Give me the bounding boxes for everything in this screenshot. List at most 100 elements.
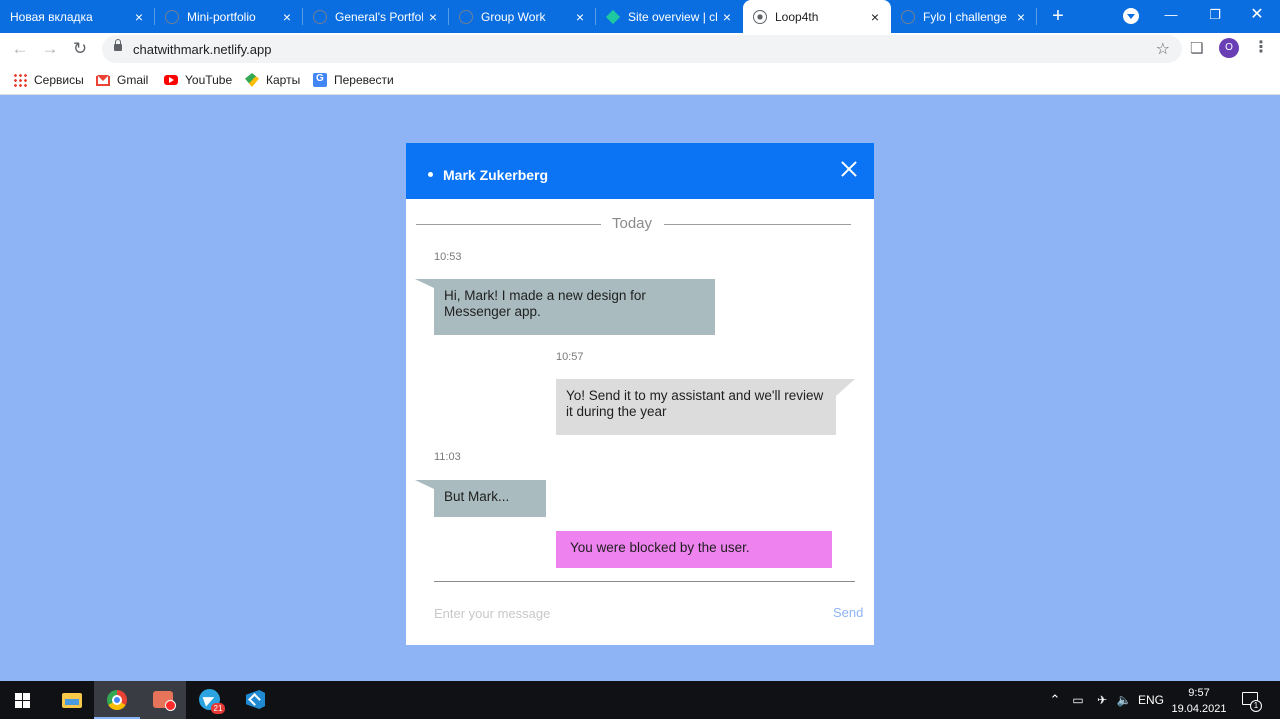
tab-separator xyxy=(1036,8,1037,25)
tab-close-icon[interactable]: × xyxy=(717,9,737,25)
bubble-tail xyxy=(415,480,434,489)
file-explorer-button[interactable] xyxy=(48,681,94,719)
clock-date: 19.04.2021 xyxy=(1171,703,1227,715)
tab-new-tab[interactable]: Новая вкладка × xyxy=(0,0,155,33)
contact-name: Mark Zukerberg xyxy=(443,167,549,183)
system-clock[interactable]: 9:57 19.04.2021 xyxy=(1170,685,1228,717)
telegram-taskbar-button[interactable]: 21 xyxy=(186,681,232,719)
windows-taskbar: 21 ⌃ ▭ ✈ 🔈 ENG xyxy=(0,681,1280,719)
browser-toolbar: ← → ↻ chatwithmark.netlify.app ☆ xyxy=(0,33,1280,65)
airplane-mode-icon[interactable]: ✈ xyxy=(1092,681,1112,719)
clock-time: 9:57 xyxy=(1188,687,1210,699)
windows-icon xyxy=(15,693,30,708)
bookmark-label: Сервисы xyxy=(34,73,84,87)
forward-icon[interactable]: → xyxy=(38,37,62,61)
tab-loop4th[interactable]: Loop4th × xyxy=(743,0,891,33)
tab-close-icon[interactable]: × xyxy=(570,9,590,25)
bookmark-label: YouTube xyxy=(185,73,233,87)
tab-site-overview[interactable]: Site overview | ch × xyxy=(596,0,743,33)
bookmark-star-icon[interactable]: ☆ xyxy=(1156,39,1170,59)
window-close-icon[interactable]: ✕ xyxy=(1234,0,1280,30)
bubble-tail xyxy=(836,379,855,396)
tab-group-work[interactable]: Group Work × xyxy=(449,0,596,33)
tab-close-icon[interactable]: × xyxy=(277,9,297,25)
tab-generals-portfolio[interactable]: General's Portfolio × xyxy=(303,0,449,33)
back-icon[interactable]: ← xyxy=(8,37,32,61)
incoming-message: But Mark... xyxy=(434,480,546,517)
tab-close-icon[interactable]: × xyxy=(865,9,885,25)
globe-icon xyxy=(901,9,915,24)
bookmark-label: Gmail xyxy=(117,73,149,87)
tab-title: Site overview | ch xyxy=(628,9,717,24)
profile-avatar[interactable]: O xyxy=(1219,38,1239,58)
telegram-unread-badge: 21 xyxy=(211,703,225,714)
url-text[interactable]: chatwithmark.netlify.app xyxy=(133,42,272,57)
input-divider xyxy=(434,581,855,582)
tab-close-icon[interactable]: × xyxy=(129,9,149,25)
chrome-taskbar-button[interactable] xyxy=(94,681,140,719)
tab-fylo-challenge[interactable]: Fylo | challenge × xyxy=(891,0,1037,33)
globe-icon xyxy=(313,9,327,24)
gmail-icon xyxy=(96,75,110,86)
vscode-taskbar-button[interactable] xyxy=(232,681,278,719)
reload-icon[interactable]: ↻ xyxy=(68,37,92,61)
day-divider-right xyxy=(664,224,851,225)
tab-title: Group Work xyxy=(481,9,546,24)
tab-title: Mini-portfolio xyxy=(187,9,256,24)
tab-close-icon[interactable]: × xyxy=(423,9,443,25)
message-input[interactable] xyxy=(434,604,814,622)
chrome-icon xyxy=(107,690,127,710)
restore-icon[interactable]: ❐ xyxy=(1192,0,1238,30)
extensions-icon[interactable]: ❏ xyxy=(1190,39,1206,57)
start-button[interactable] xyxy=(0,681,46,719)
day-label: Today xyxy=(612,215,653,232)
recorder-taskbar-button[interactable] xyxy=(140,681,186,719)
more-menu-icon[interactable]: ⋮ xyxy=(1253,37,1269,57)
bubble-tail xyxy=(415,279,434,288)
lock-icon[interactable] xyxy=(114,39,122,51)
outgoing-message: Yo! Send it to my assistant and we'll re… xyxy=(556,379,836,435)
vscode-icon xyxy=(246,690,265,709)
tab-mini-portfolio[interactable]: Mini-portfolio × xyxy=(155,0,303,33)
tab-close-icon[interactable]: × xyxy=(1011,9,1031,25)
bookmark-maps[interactable]: Карты xyxy=(245,71,300,89)
online-status-dot xyxy=(428,172,433,177)
bookmark-label: Перевести xyxy=(334,73,394,87)
folder-icon xyxy=(62,693,82,708)
language-indicator[interactable]: ENG xyxy=(1137,681,1165,719)
globe-icon xyxy=(165,9,179,24)
tab-title: Loop4th xyxy=(775,9,819,24)
minimize-icon[interactable]: — xyxy=(1148,0,1194,30)
bookmarks-bar: Сервисы Gmail YouTube Карты Перевести xyxy=(0,65,1280,95)
bookmark-youtube[interactable]: YouTube xyxy=(164,71,232,89)
blocked-notice: You were blocked by the user. xyxy=(556,531,832,568)
address-bar[interactable]: chatwithmark.netlify.app ☆ xyxy=(102,35,1182,63)
close-chat-icon[interactable] xyxy=(840,160,858,178)
tab-strip: Новая вкладка × Mini-portfolio × General… xyxy=(0,0,1280,33)
maps-icon xyxy=(245,73,259,87)
send-button[interactable]: Send xyxy=(833,605,863,620)
globe-icon xyxy=(753,9,767,24)
tab-title: Fylo | challenge xyxy=(923,9,1007,24)
message-time: 11:03 xyxy=(434,451,461,463)
message-time: 10:53 xyxy=(434,251,462,263)
bookmark-gmail[interactable]: Gmail xyxy=(96,71,148,89)
translate-icon xyxy=(313,73,327,87)
day-divider-left xyxy=(416,224,601,225)
chat-window: Mark Zukerberg Today 10:53 Hi, Mark! I m… xyxy=(406,143,874,645)
new-tab-button[interactable]: + xyxy=(1046,4,1070,28)
bookmark-label: Карты xyxy=(266,73,301,87)
battery-icon[interactable]: ▭ xyxy=(1068,681,1088,719)
notification-count-badge: 1 xyxy=(1250,700,1262,712)
tab-search-icon[interactable] xyxy=(1123,8,1139,24)
message-time: 10:57 xyxy=(556,351,584,363)
bookmark-services[interactable]: Сервисы xyxy=(13,71,84,89)
youtube-icon xyxy=(164,75,178,85)
screen-recorder-icon xyxy=(153,691,176,711)
tray-overflow-chevron-icon[interactable]: ⌃ xyxy=(1046,681,1064,719)
incoming-message: Hi, Mark! I made a new design for Messen… xyxy=(434,279,715,335)
tab-title: Новая вкладка xyxy=(10,9,93,24)
volume-icon[interactable]: 🔈 xyxy=(1114,681,1134,719)
bookmark-translate[interactable]: Перевести xyxy=(313,71,394,89)
chat-header: Mark Zukerberg xyxy=(406,143,874,199)
